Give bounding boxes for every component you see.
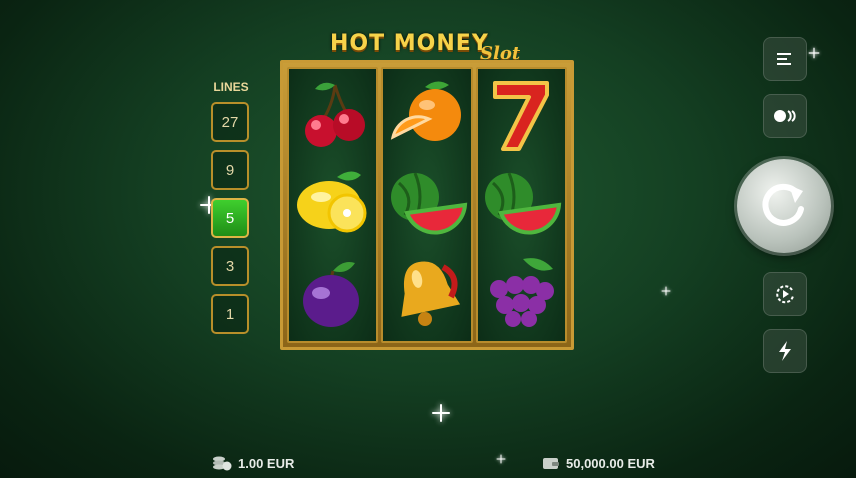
speed-button[interactable] bbox=[763, 94, 807, 138]
autoplay-icon bbox=[776, 285, 794, 304]
speed-icon bbox=[774, 110, 796, 122]
reel-frame bbox=[280, 60, 574, 350]
reel-2 bbox=[381, 67, 473, 343]
sparkle-decoration bbox=[432, 404, 450, 422]
bell-icon bbox=[383, 249, 470, 337]
line-option-5[interactable]: 5 bbox=[211, 198, 249, 238]
bet-value: 1.00 EUR bbox=[238, 455, 295, 471]
game-screen: HOT MONEY Slot LINES 27 9 5 3 1 1.00 EUR… bbox=[0, 0, 856, 478]
logo-title: HOT MONEY bbox=[330, 31, 489, 56]
balance-value: 50,000.00 EUR bbox=[566, 455, 655, 471]
sparkle-decoration bbox=[497, 455, 506, 464]
line-option-9[interactable]: 9 bbox=[211, 150, 249, 190]
turbo-icon bbox=[779, 341, 791, 361]
seven-icon bbox=[478, 71, 565, 159]
line-option-1[interactable]: 1 bbox=[211, 294, 249, 334]
coins-icon bbox=[213, 456, 232, 471]
spin-button[interactable] bbox=[737, 159, 831, 253]
spin-icon bbox=[762, 183, 804, 226]
sparkle-decoration bbox=[809, 48, 820, 59]
watermelon-icon bbox=[383, 159, 470, 247]
balance-display: 50,000.00 EUR bbox=[542, 455, 655, 471]
plum-icon bbox=[289, 249, 376, 337]
menu-icon bbox=[777, 53, 791, 65]
wallet-icon bbox=[543, 458, 559, 469]
lemon-icon bbox=[289, 159, 376, 247]
reel-3 bbox=[475, 67, 567, 343]
grapes-icon bbox=[478, 249, 565, 337]
lines-title: LINES bbox=[213, 80, 249, 94]
reels bbox=[287, 67, 567, 343]
bet-display[interactable]: 1.00 EUR bbox=[212, 455, 294, 471]
line-option-3[interactable]: 3 bbox=[211, 246, 249, 286]
line-option-27[interactable]: 27 bbox=[211, 102, 249, 142]
menu-button[interactable] bbox=[763, 37, 807, 81]
orange-icon bbox=[383, 71, 470, 159]
autoplay-button[interactable] bbox=[763, 272, 807, 316]
reel-1 bbox=[287, 67, 379, 343]
watermelon-icon bbox=[478, 159, 565, 247]
turbo-button[interactable] bbox=[763, 329, 807, 373]
sparkle-decoration bbox=[662, 287, 671, 296]
cherry-icon bbox=[289, 71, 376, 159]
